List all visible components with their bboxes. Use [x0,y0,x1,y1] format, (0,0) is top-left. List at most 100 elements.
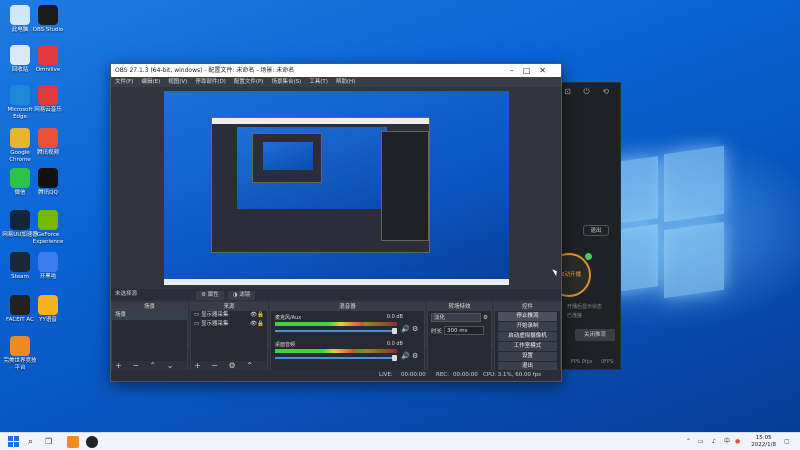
track-db: 0.0 dB [386,314,403,320]
chrome-icon [10,128,30,148]
window-controls[interactable]: –□✕ [510,64,555,77]
desktop-icon-label: YY语音 [39,317,57,323]
monitor-icon: ▭ [194,312,200,318]
taskbar-clock[interactable]: 15:05 2022/1/8 [751,435,776,449]
gear-icon[interactable]: ⚙ [412,325,418,333]
qq-icon [38,168,58,188]
stop-streaming-button[interactable]: 停止推流 [498,312,557,321]
perfect-world-icon [10,336,30,356]
start-recording-button[interactable]: 开始录制 [498,322,557,331]
preview-taskbar [164,279,509,285]
desktop-icon[interactable]: OBS Studio [30,5,66,34]
live-time: 00:00:00 [401,372,426,378]
transitions-dock: 转场特效 淡化 ⚙ 时长 300 ms [427,302,492,372]
computer-icon [10,5,30,25]
network-icon[interactable]: ▭ [698,433,704,450]
search-icon[interactable]: ⌕ [28,436,40,448]
desktop-icon[interactable]: 开黑啦 [30,252,66,281]
speaker-icon[interactable]: 🔊 [401,352,410,360]
exit-button[interactable]: 退出 [583,225,609,236]
properties-tab[interactable]: ⚙ 属性 [196,291,224,300]
clock-time: 15:05 [755,435,772,441]
settings-button[interactable]: 设置 [498,352,557,361]
desktop-icon[interactable]: 网易云音乐 [30,85,66,114]
rec-time: 00:00:00 [453,372,478,378]
notification-icon[interactable]: ▢ [784,433,790,450]
minimize-icon[interactable]: – [510,66,523,75]
transition-select[interactable]: 淡化 [431,313,481,322]
taskbar: ⌕ ❐ ⌃ ▭ ♪ 中 ● 15:05 2022/1/8 ▢ [0,432,800,450]
filters-tab[interactable]: ◑ 滤镜 [227,291,256,300]
perfect-world-taskbar-icon[interactable] [67,436,79,448]
controls-dock: 控件 停止推流 开始录制 启动虚拟摄像机 工作室模式 设置 退出 [494,302,561,372]
menu-item[interactable]: 帮助(H) [336,77,355,87]
speaker-icon[interactable]: 🔊 [401,325,410,333]
visibility-lock-icons[interactable]: 👁🔒 [250,320,264,329]
volume-meter [275,349,397,353]
gear-icon[interactable]: ⚙ [483,315,488,321]
status-dot [585,253,592,260]
menu-item[interactable]: 停靠部件(D) [195,77,226,87]
track-db: 0.0 dB [386,341,403,347]
mixer-dock: 混音器 麦克风/Aux 0.0 dB 🔊 ⚙ 桌面音频 0.0 dB 🔊 ⚙ [270,302,425,372]
steam-icon [10,252,30,272]
volume-slider[interactable] [275,355,397,361]
menu-item[interactable]: 编辑(E) [141,77,160,87]
app-tray-icon[interactable]: ● [735,433,740,450]
obs-taskbar-icon[interactable] [86,436,98,448]
scene-item[interactable]: 场景 [112,311,187,320]
start-icon[interactable] [8,436,20,448]
duration-input[interactable]: 300 ms [444,326,485,335]
clock-date: 2022/1/8 [751,442,776,448]
desktop-icon[interactable]: GeForce Experience [30,210,66,246]
status-line-1: 开播后显示状态 [567,304,603,310]
desktop-icon-label: 腾讯QQ [38,190,58,196]
menu-item[interactable]: 工具(T) [309,77,328,87]
scenes-dock-title: 场景 [112,303,187,311]
task-view-icon[interactable]: ❐ [45,436,57,448]
obs-window[interactable]: OBS 27.1.3 (64-bit, windows) - 配置文件: 未命名… [110,63,562,382]
menu-item[interactable]: 配置文件(P) [234,77,264,87]
volume-meter [275,322,397,326]
desktop-icon[interactable]: 腾讯视频 [30,128,66,157]
virtual-camera-button[interactable]: 启动虚拟摄像机 [498,332,557,341]
menu-item[interactable]: 视图(V) [168,77,187,87]
sources-dock: 来源 ▭ 显示器采集 👁🔒 ▭ 显示器采集 👁🔒 + − ⚙ ⌃ ⌄ [190,302,268,380]
rec-label: REC: [436,372,449,378]
ime-indicator[interactable]: 中 [724,433,730,450]
source-item[interactable]: ▭ 显示器采集 👁🔒 [191,311,267,320]
desktop-icon[interactable]: 完美世界竞技平台 [2,336,38,372]
close-icon[interactable]: ✕ [539,66,555,75]
window-controls[interactable]: ⊡ ⏻ ⟲ [564,87,614,97]
desktop-icon-label: 开黑啦 [39,274,57,280]
desktop-icon-label: OBS Studio [32,27,64,33]
duration-label: 时长 [431,328,443,335]
cpu-readout: CPU: 3.1%, 60.00 fps [483,372,542,378]
obs-title-text: OBS 27.1.3 (64-bit, windows) - 配置文件: 未命名… [115,67,295,74]
menu-item[interactable]: 文件(F) [115,77,133,87]
tray-chevron-icon[interactable]: ⌃ [686,433,691,450]
studio-mode-button[interactable]: 工作室模式 [498,342,557,351]
nested-back-app [381,131,429,241]
maximize-icon[interactable]: □ [523,66,540,75]
visibility-lock-icons[interactable]: 👁🔒 [250,311,264,320]
menu-item[interactable]: 场景集合(S) [271,77,301,87]
desktop-icon-label: 腾讯视频 [36,150,59,156]
stop-stream-button[interactable]: 关闭推流 [575,329,615,341]
desktop-icon-label: GeForce Experience [32,232,64,245]
obs-titlebar[interactable]: OBS 27.1.3 (64-bit, windows) - 配置文件: 未命名… [111,64,561,77]
volume-slider[interactable] [275,328,397,334]
desktop-icon[interactable]: Omnilive [30,45,66,74]
yy-icon [38,295,58,315]
desktop-icon[interactable]: 腾讯QQ [30,168,66,197]
volume-icon[interactable]: ♪ [712,433,716,450]
source-item[interactable]: ▭ 显示器采集 👁🔒 [191,320,267,329]
desktop-icon[interactable]: YY语音 [30,295,66,324]
preview-canvas[interactable] [164,91,509,285]
wechat-icon [10,168,30,188]
gear-icon: ⚙ [201,292,206,298]
obs-statusbar: LIVE: 00:00:00 REC: 00:00:00 CPU: 3.1%, … [111,370,561,381]
sources-dock-title: 来源 [191,303,267,311]
mixer-track-desktop: 桌面音频 0.0 dB 🔊 ⚙ [275,341,421,367]
gear-icon[interactable]: ⚙ [412,352,418,360]
